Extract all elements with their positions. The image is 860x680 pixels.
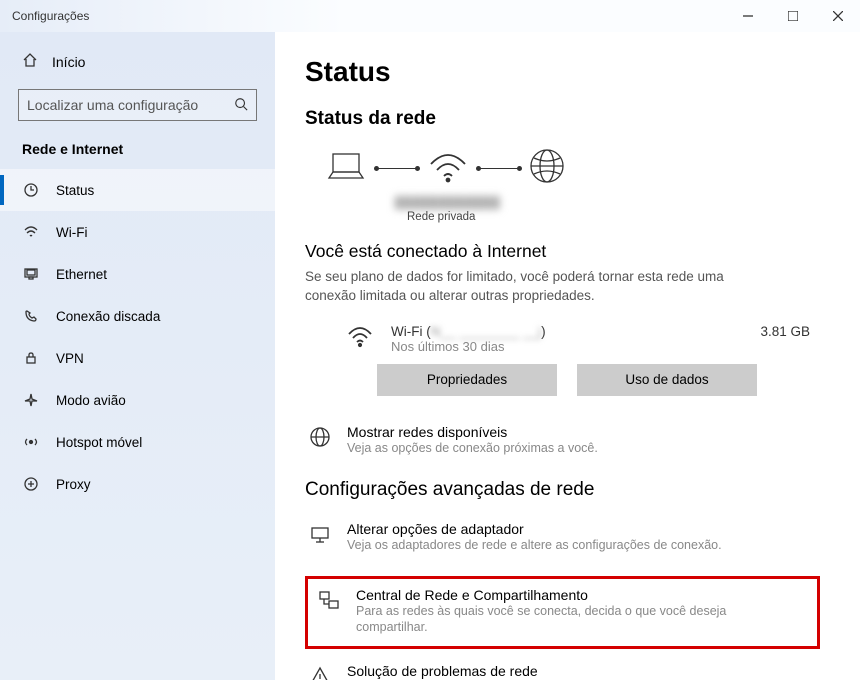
network-status-heading: Status da rede [305, 108, 820, 130]
network-center-icon [318, 587, 340, 616]
properties-button[interactable]: Propriedades [377, 364, 557, 396]
wifi-buttons: Propriedades Uso de dados [305, 364, 820, 396]
sidebar-item-ethernet[interactable]: Ethernet [0, 253, 275, 295]
window-title: Configurações [12, 9, 89, 23]
link-title: Alterar opções de adaptador [347, 521, 722, 537]
wifi-usage-row: Wi-Fi (N__ ________ __j) Nos últimos 30 … [305, 320, 820, 364]
laptop-icon [323, 146, 369, 191]
data-usage-button[interactable]: Uso de dados [577, 364, 757, 396]
link-title: Central de Rede e Compartilhamento [356, 587, 756, 603]
section-header: Rede e Internet [0, 137, 275, 169]
sidebar-item-label: Hotspot móvel [56, 435, 142, 450]
warning-icon [309, 663, 331, 680]
window-controls [725, 0, 860, 32]
advanced-heading: Configurações avançadas de rede [305, 479, 820, 501]
ssid-blurred: ████████████ [395, 197, 501, 209]
wifi-icon [347, 324, 373, 353]
titlebar: Configurações [0, 0, 860, 32]
sidebar-item-wifi[interactable]: Wi-Fi [0, 211, 275, 253]
main-content: Status Status da rede ████████████ Rede … [275, 32, 860, 680]
sidebar-item-airplane[interactable]: Modo avião [0, 379, 275, 421]
home-link[interactable]: Início [0, 44, 275, 79]
minimize-button[interactable] [725, 0, 770, 32]
wifi-icon [22, 224, 40, 240]
link-title: Solução de problemas de rede [347, 663, 579, 679]
wifi-large-icon [425, 146, 471, 191]
adapter-options-link[interactable]: Alterar opções de adaptador Veja os adap… [305, 521, 820, 554]
page-title: Status [305, 56, 820, 88]
data-amount: 3.81 GB [760, 324, 820, 339]
sidebar-item-label: Status [56, 183, 94, 198]
ethernet-icon [22, 266, 40, 282]
search-placeholder: Localizar uma configuração [27, 97, 198, 113]
proxy-icon [22, 476, 40, 492]
wifi-sub: Nos últimos 30 dias [391, 339, 742, 354]
nav-list: Status Wi-Fi Ethernet Conexão discada VP… [0, 169, 275, 505]
sidebar-item-status[interactable]: Status [0, 169, 275, 211]
globe-icon [527, 146, 567, 191]
sidebar-item-hotspot[interactable]: Hotspot móvel [0, 421, 275, 463]
connector-line [377, 168, 417, 169]
link-sub: Veja as opções de conexão próximas a voc… [347, 440, 598, 457]
status-icon [22, 182, 40, 198]
troubleshoot-link[interactable]: Solução de problemas de rede Diagnostiqu… [305, 663, 820, 680]
connected-description: Se seu plano de dados for limitado, você… [305, 268, 745, 306]
sidebar-item-label: Wi-Fi [56, 225, 87, 240]
sidebar-item-label: Modo avião [56, 393, 126, 408]
network-diagram [323, 146, 820, 191]
connector-line [479, 168, 519, 169]
sidebar-item-label: Proxy [56, 477, 91, 492]
sidebar-item-label: VPN [56, 351, 84, 366]
dial-icon [22, 308, 40, 324]
airplane-icon [22, 392, 40, 408]
sidebar-item-proxy[interactable]: Proxy [0, 463, 275, 505]
sidebar-item-label: Ethernet [56, 267, 107, 282]
highlighted-network-center: Central de Rede e Compartilhamento Para … [305, 576, 820, 650]
adapter-icon [309, 521, 331, 550]
globe-small-icon [309, 424, 331, 453]
close-button[interactable] [815, 0, 860, 32]
search-icon [234, 97, 248, 114]
connected-heading: Você está conectado à Internet [305, 241, 820, 262]
wifi-name: Wi-Fi (N__ ________ __j) [391, 324, 742, 339]
network-type-label: Rede privada [407, 211, 820, 223]
network-sharing-center-link[interactable]: Central de Rede e Compartilhamento Para … [314, 587, 811, 637]
link-title: Mostrar redes disponíveis [347, 424, 598, 440]
show-networks-link[interactable]: Mostrar redes disponíveis Veja as opções… [305, 424, 820, 457]
search-input[interactable]: Localizar uma configuração [18, 89, 257, 121]
link-sub: Veja os adaptadores de rede e altere as … [347, 537, 722, 554]
hotspot-icon [22, 434, 40, 450]
sidebar-item-label: Conexão discada [56, 309, 160, 324]
sidebar-item-vpn[interactable]: VPN [0, 337, 275, 379]
sidebar: Início Localizar uma configuração Rede e… [0, 32, 275, 680]
maximize-button[interactable] [770, 0, 815, 32]
sidebar-item-dialup[interactable]: Conexão discada [0, 295, 275, 337]
vpn-icon [22, 350, 40, 366]
home-icon [22, 52, 38, 71]
link-sub: Para as redes às quais você se conecta, … [356, 603, 756, 637]
home-label: Início [52, 54, 85, 70]
